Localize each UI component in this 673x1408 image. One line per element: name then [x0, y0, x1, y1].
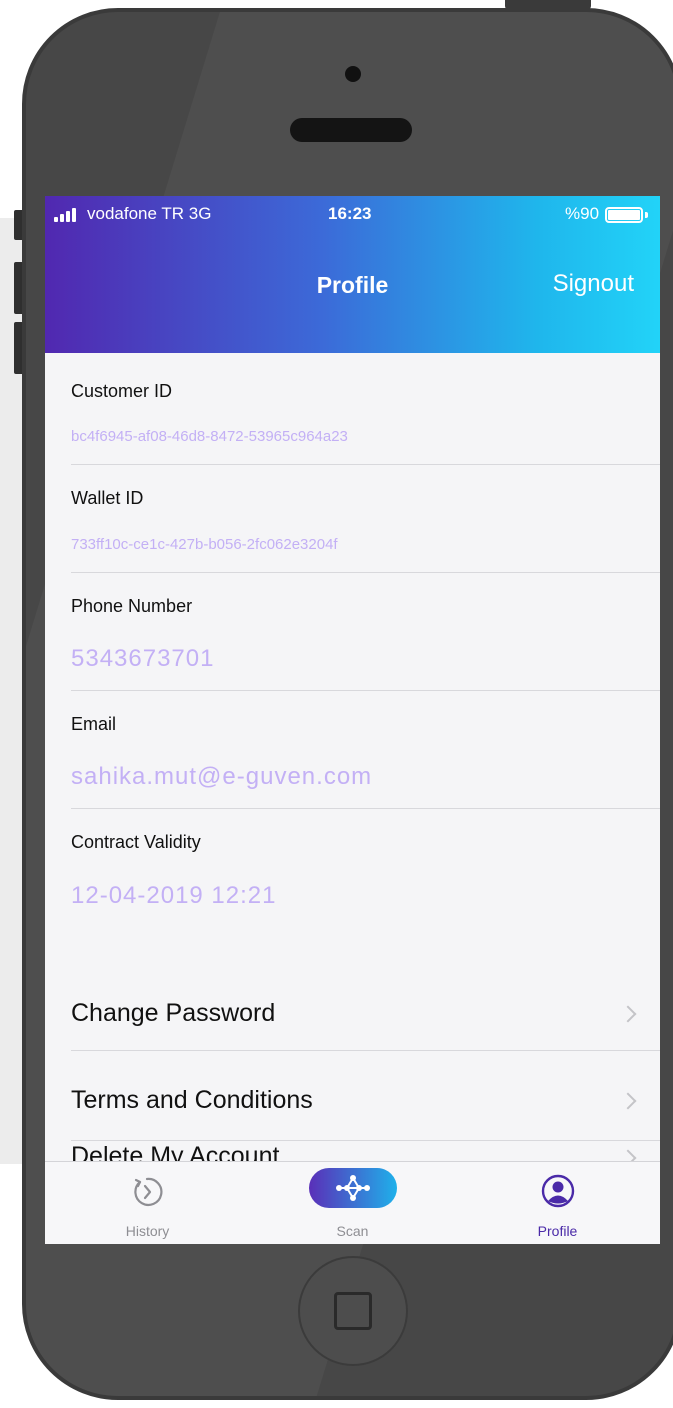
battery-cap — [645, 212, 648, 218]
battery-percent: %90 — [565, 204, 600, 223]
battery-icon — [605, 207, 643, 223]
history-icon — [134, 1177, 163, 1206]
contract-validity-value: 12-04-2019 12:21 — [71, 882, 277, 909]
tab-scan[interactable]: Scan — [250, 1162, 455, 1244]
signout-button[interactable]: Signout — [553, 270, 634, 298]
home-button[interactable] — [298, 1256, 408, 1366]
signal-icon — [54, 208, 76, 222]
terms-and-conditions-row[interactable]: Terms and Conditions — [45, 1051, 660, 1141]
header: vodafone TR 3G 16:23 %90 Profile Signout — [45, 196, 660, 353]
status-bar: vodafone TR 3G 16:23 %90 — [45, 196, 660, 232]
change-password-label: Change Password — [71, 999, 276, 1027]
app-screen: vodafone TR 3G 16:23 %90 Profile Signout… — [45, 196, 660, 1244]
tab-profile[interactable]: Profile — [455, 1162, 660, 1244]
tab-history[interactable]: History — [45, 1162, 250, 1244]
customer-id-value: bc4f6945-af08-46d8-8472-53965c964a23 — [71, 428, 348, 445]
status-time: 16:23 — [328, 204, 372, 223]
divider — [71, 808, 660, 809]
wallet-id-label: Wallet ID — [71, 488, 144, 508]
email-label: Email — [71, 714, 117, 734]
phone-number-label: Phone Number — [71, 596, 193, 616]
divider — [71, 464, 660, 465]
carrier-label: vodafone TR 3G — [87, 204, 212, 223]
contract-validity-label: Contract Validity — [71, 832, 201, 852]
customer-id-label: Customer ID — [71, 381, 173, 401]
chevron-right-icon — [619, 1092, 637, 1110]
email-value: sahika.mut@e-guven.com — [71, 763, 373, 790]
scan-icon — [309, 1168, 397, 1208]
earpiece-speaker — [290, 118, 412, 142]
wallet-id-value: 733ff10c-ce1c-427b-b056-2fc062e3204f — [71, 536, 338, 553]
divider — [71, 690, 660, 691]
phone-number-value: 5343673701 — [71, 645, 215, 672]
tab-bar: History Scan Profile — [45, 1161, 660, 1244]
tab-scan-label: Scan — [336, 1223, 369, 1239]
change-password-row[interactable]: Change Password — [45, 969, 660, 1059]
divider — [71, 572, 660, 573]
tab-history-label: History — [125, 1223, 170, 1239]
home-button-square — [334, 1292, 372, 1330]
profile-icon — [541, 1174, 575, 1208]
chevron-right-icon — [619, 1005, 637, 1023]
terms-and-conditions-label: Terms and Conditions — [71, 1086, 313, 1114]
tab-profile-label: Profile — [537, 1223, 578, 1239]
front-camera — [345, 66, 361, 82]
